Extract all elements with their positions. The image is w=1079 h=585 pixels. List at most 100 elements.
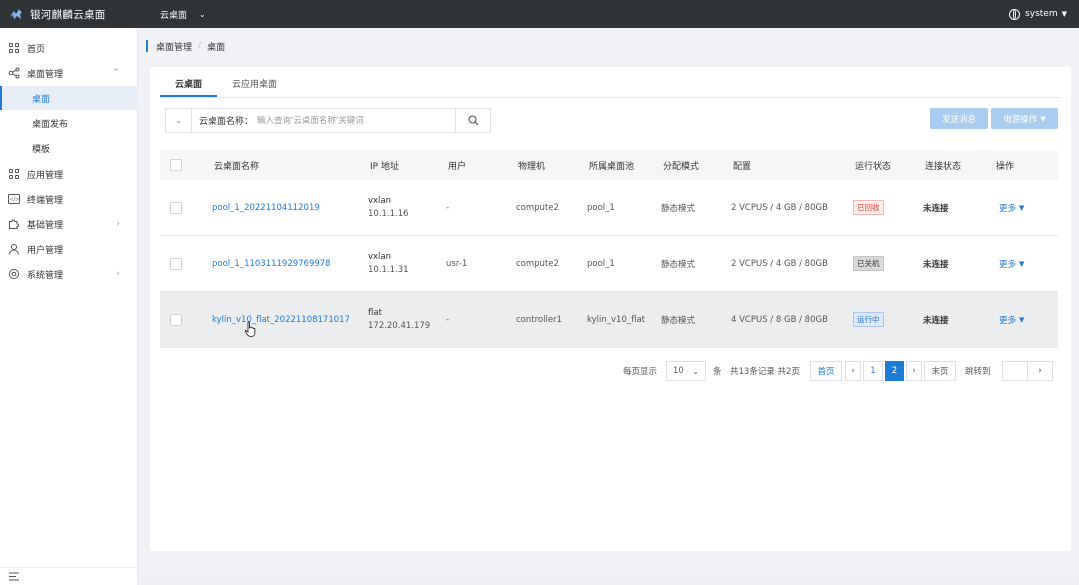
top-menu-label: 云桌面 [160, 10, 188, 21]
search-button[interactable] [455, 109, 490, 132]
sidebar-item-label: 首页 [27, 44, 46, 55]
host-cell: compute2 [516, 258, 559, 269]
per-page-value: 10 [673, 366, 684, 376]
status-badge: 运行中 [853, 312, 884, 327]
desktop-name-link[interactable]: kylin_v10_flat_20221108171017 [212, 292, 350, 347]
desktop-name-link[interactable]: pool_1_1103111929769978 [212, 236, 331, 291]
more-actions-dropdown[interactable]: 更多 ▼ [999, 180, 1024, 235]
sidebar-item-desktop-management[interactable]: 桌面管理 ⌃ [0, 61, 138, 85]
first-page-button[interactable]: 首页 [810, 361, 842, 381]
column-header-mode: 分配模式 [663, 161, 700, 172]
column-header-pool: 所属桌面池 [589, 161, 635, 172]
caret-down-icon: ▼ [1061, 10, 1067, 18]
more-actions-label: 更多 [999, 203, 1017, 214]
sidebar-item-app-management[interactable]: 应用管理 [0, 162, 138, 186]
sidebar: 首页 桌面管理 ⌃ 桌面 桌面发布 模板 应用管理 </> 终端管理 基础管理 … [0, 28, 138, 585]
search-bar: ⌄ 云桌面名称： [165, 108, 491, 133]
status-badge: 已关机 [853, 256, 884, 271]
per-page-select[interactable]: 10 ⌄ [666, 361, 706, 381]
send-message-button[interactable]: 发送消息 [930, 108, 988, 129]
ip-address: 10.1.1.31 [368, 264, 409, 275]
per-page-label: 每页显示 [623, 367, 658, 377]
chevron-right-icon: › [116, 219, 120, 229]
network-type: flat [368, 307, 382, 318]
column-header-run-status: 运行状态 [855, 161, 892, 172]
sidebar-item-basic-management[interactable]: 基础管理 › [0, 212, 138, 236]
tabs-divider [160, 97, 1061, 98]
last-page-button[interactable]: 末页 [924, 361, 956, 381]
page-button-current[interactable]: 2 [885, 361, 904, 381]
user-name: system [1025, 9, 1058, 19]
tabs: 云桌面 云应用桌面 [160, 75, 292, 99]
caret-down-icon: ▼ [1019, 259, 1025, 268]
horizontal-scrollbar[interactable] [138, 575, 1079, 585]
sidebar-item-template[interactable]: 模板 [0, 136, 138, 160]
more-actions-label: 更多 [999, 259, 1017, 270]
globe-icon [1009, 8, 1021, 20]
chevron-down-icon: ⌄ [199, 9, 206, 19]
gear-icon [8, 268, 20, 280]
pool-cell: pool_1 [587, 202, 615, 213]
sidebar-item-label: 应用管理 [27, 170, 64, 181]
network-type: vxlan [368, 195, 392, 206]
select-all-checkbox[interactable] [170, 159, 182, 171]
tab-cloud-app-desktop[interactable]: 云应用桌面 [217, 75, 292, 97]
user-menu[interactable]: system ▼ [1009, 8, 1067, 20]
more-actions-dropdown[interactable]: 更多 ▼ [999, 292, 1024, 347]
search-field-dropdown[interactable]: ⌄ [166, 109, 192, 132]
sidebar-item-system-management[interactable]: 系统管理 › [0, 262, 138, 286]
row-checkbox[interactable] [170, 201, 182, 214]
desktop-name-link[interactable]: pool_1_20221104112019 [212, 180, 320, 235]
jump-go-button[interactable]: › [1027, 361, 1053, 381]
sidebar-item-home[interactable]: 首页 [0, 36, 138, 60]
top-menu-cloud-desktop[interactable]: 云桌面 ⌄ [160, 8, 206, 21]
ip-address: 10.1.1.16 [368, 208, 409, 219]
page-button[interactable]: 1 [863, 361, 883, 381]
kylin-logo-icon [10, 9, 22, 19]
jump-to-label: 跳转到 [965, 367, 991, 377]
brand[interactable]: 银河麒麟云桌面 [0, 7, 138, 22]
sidebar-item-desktop[interactable]: 桌面 [0, 86, 138, 110]
sidebar-item-label: 桌面 [32, 94, 51, 105]
sidebar-item-user-management[interactable]: 用户管理 [0, 237, 138, 261]
prev-page-button[interactable]: ‹ [845, 361, 861, 381]
pagination-summary: 共13条记录 共2页 [730, 367, 800, 377]
per-page-unit: 条 [713, 367, 722, 377]
mode-cell: 静态模式 [661, 315, 696, 326]
collapse-sidebar-button[interactable] [0, 567, 138, 585]
row-checkbox[interactable] [170, 313, 182, 326]
row-checkbox[interactable] [170, 257, 182, 270]
breadcrumb-separator: / [198, 41, 202, 51]
sidebar-item-terminal-management[interactable]: </> 终端管理 [0, 187, 138, 211]
terminal-icon: </> [8, 193, 20, 205]
config-cell: 4 VCPUS / 8 GB / 80GB [731, 314, 828, 325]
search-input[interactable] [257, 115, 448, 126]
top-bar: 银河麒麟云桌面 云桌面 ⌄ system ▼ [0, 0, 1079, 28]
sidebar-item-label: 终端管理 [27, 195, 64, 206]
next-page-button[interactable]: › [906, 361, 922, 381]
column-header-conn-status: 连接状态 [925, 161, 962, 172]
breadcrumb: 桌面管理 / 桌面 [146, 40, 225, 53]
more-actions-dropdown[interactable]: 更多 ▼ [999, 236, 1024, 291]
sidebar-item-label: 系统管理 [27, 270, 64, 281]
ip-cell: flat 172.20.41.179 [368, 292, 430, 347]
host-cell: controller1 [516, 314, 562, 325]
ip-address: 172.20.41.179 [368, 320, 431, 331]
column-header-name: 云桌面名称 [214, 161, 260, 172]
conn-status-cell: 未连接 [923, 203, 949, 214]
network-type: vxlan [368, 251, 392, 262]
sidebar-item-desktop-publish[interactable]: 桌面发布 [0, 111, 138, 135]
grid-icon [8, 168, 20, 180]
tab-cloud-desktop[interactable]: 云桌面 [160, 75, 218, 97]
breadcrumb-parent[interactable]: 桌面管理 [156, 40, 192, 53]
brand-name: 银河麒麟云桌面 [30, 8, 106, 21]
more-actions-label: 更多 [999, 315, 1017, 326]
mode-cell: 静态模式 [661, 259, 696, 270]
select-all-checkbox-cell [170, 150, 182, 180]
power-operations-button[interactable]: 电源操作 ▼ [991, 108, 1058, 129]
conn-status-cell: 未连接 [923, 315, 949, 326]
sidebar-item-label: 基础管理 [27, 220, 64, 231]
chevron-down-icon: ⌄ [175, 116, 182, 125]
run-status-cell: 运行中 [853, 292, 884, 347]
jump-to-input[interactable] [1002, 361, 1028, 381]
